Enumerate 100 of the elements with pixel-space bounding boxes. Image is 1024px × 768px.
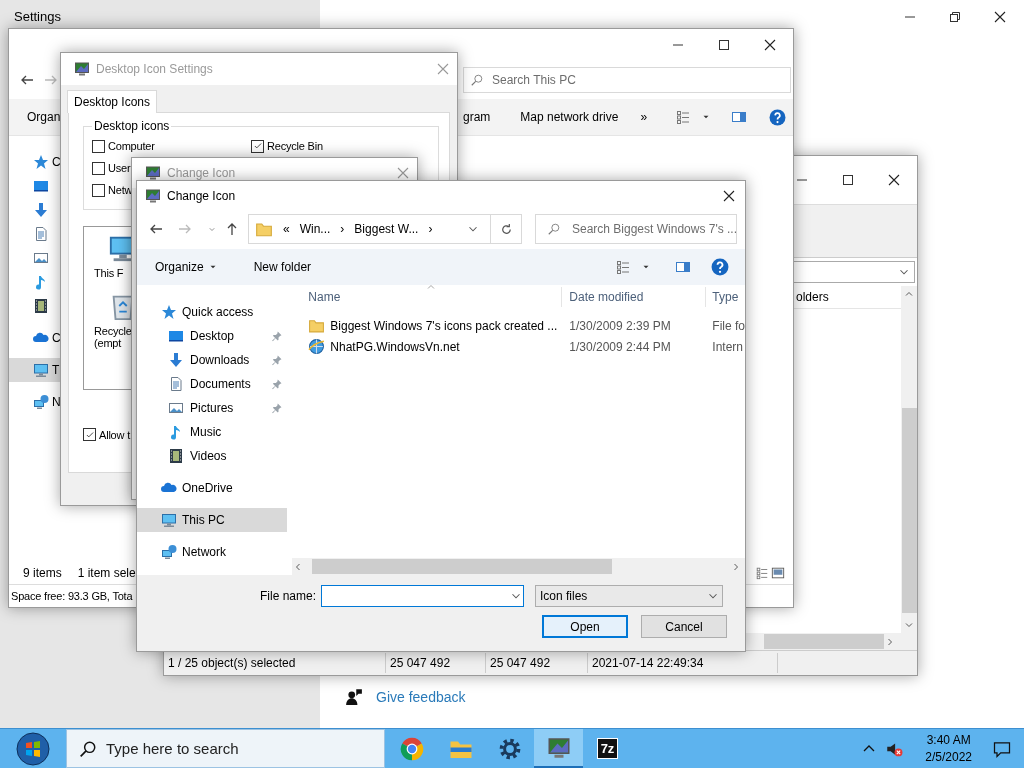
search-field[interactable]: Search Biggest Windows 7's ... bbox=[535, 214, 737, 244]
vertical-scrollbar[interactable] bbox=[901, 286, 917, 633]
search-icon bbox=[470, 73, 484, 87]
selection-count: 1 item sele bbox=[77, 566, 136, 580]
nav-item[interactable]: This PC bbox=[137, 508, 288, 532]
icon-caption: (empt bbox=[94, 337, 122, 349]
nav-item[interactable]: Pictures bbox=[137, 396, 288, 420]
nav-item[interactable]: Documents bbox=[137, 372, 288, 396]
nav-item[interactable]: Videos bbox=[137, 444, 288, 468]
checkbox-label: Computer bbox=[108, 140, 155, 152]
address-bar[interactable]: « Win... › Biggest W... › bbox=[248, 214, 522, 244]
status-text: 1 / 25 object(s) selected bbox=[168, 656, 296, 670]
screen-icon bbox=[145, 188, 161, 204]
close-icon[interactable] bbox=[721, 188, 737, 204]
checkbox-label: Allow t bbox=[99, 428, 130, 441]
nav-item[interactable]: Network bbox=[137, 540, 288, 564]
desktop-icon bbox=[33, 178, 49, 194]
maximize-icon[interactable] bbox=[840, 172, 856, 188]
folder-icon bbox=[308, 317, 326, 334]
file-name[interactable]: Biggest Windows 7's icons pack created ... bbox=[330, 318, 558, 333]
checkbox[interactable] bbox=[92, 183, 105, 197]
column-header[interactable]: olders bbox=[796, 290, 829, 304]
window-title: Change Icon bbox=[167, 166, 236, 180]
nav-item[interactable]: Quick access bbox=[137, 300, 288, 324]
status-text: 2021-07-14 22:49:34 bbox=[592, 656, 704, 670]
globe-icon bbox=[308, 338, 326, 355]
organize-menu[interactable]: Organize bbox=[155, 260, 218, 274]
preview-pane-icon[interactable] bbox=[731, 109, 748, 125]
close-icon[interactable] bbox=[992, 9, 1008, 25]
field-label: File name: bbox=[259, 589, 316, 603]
status-text: 25 047 492 bbox=[490, 656, 551, 670]
nav-item[interactable]: T bbox=[9, 358, 61, 382]
space-info: Space free: 93.3 GB, Tota bbox=[11, 590, 133, 602]
clock[interactable]: 3:40 AM 2/5/2022 bbox=[925, 731, 972, 766]
document-icon bbox=[168, 376, 184, 392]
desktop-icon bbox=[168, 328, 184, 344]
dialog-button[interactable]: Cancel bbox=[641, 615, 727, 638]
nav-item[interactable]: Downloads bbox=[137, 348, 288, 372]
checkbox[interactable] bbox=[83, 428, 96, 441]
toolbar-button[interactable]: Map network drive bbox=[520, 110, 619, 124]
monitor-icon bbox=[33, 362, 49, 378]
new-folder-button[interactable]: New folder bbox=[253, 260, 312, 274]
view-options-icon[interactable] bbox=[755, 566, 769, 580]
toolbar-button[interactable]: Organ bbox=[9, 110, 61, 124]
nav-item[interactable]: Desktop bbox=[137, 324, 288, 348]
breadcrumb-item[interactable]: › bbox=[428, 222, 433, 236]
folder-icon bbox=[255, 220, 273, 238]
picture-icon bbox=[168, 400, 184, 416]
type-cell-text: File fo bbox=[711, 318, 745, 333]
nav-item[interactable]: OneDrive bbox=[137, 476, 288, 500]
preview-pane-icon[interactable] bbox=[675, 259, 691, 275]
checkbox-label: User bbox=[108, 162, 131, 174]
breadcrumb-item[interactable]: « bbox=[283, 222, 290, 236]
column-header[interactable]: Name bbox=[292, 287, 563, 307]
browser-icon bbox=[399, 736, 424, 761]
breadcrumb-item[interactable]: › bbox=[340, 222, 345, 236]
large-icons-view-icon[interactable] bbox=[771, 566, 785, 580]
restore-icon[interactable] bbox=[947, 9, 963, 25]
breadcrumb-item[interactable]: Biggest W... bbox=[354, 222, 419, 236]
help-icon[interactable] bbox=[769, 108, 787, 126]
file-type-dropdown[interactable]: Icon files bbox=[535, 585, 723, 607]
dialog-button[interactable]: Open bbox=[542, 615, 628, 638]
taskbar-app-button[interactable] bbox=[534, 729, 583, 768]
horizontal-scrollbar[interactable] bbox=[292, 558, 745, 575]
tab[interactable]: Desktop Icons bbox=[67, 90, 158, 113]
file-name-field[interactable] bbox=[321, 585, 524, 607]
checkbox[interactable] bbox=[92, 139, 105, 153]
checkbox[interactable] bbox=[92, 161, 105, 175]
search-field[interactable]: Type here to search bbox=[66, 729, 385, 768]
film-icon bbox=[168, 448, 184, 464]
breadcrumb-item[interactable]: Win... bbox=[299, 222, 331, 236]
star-icon bbox=[161, 304, 177, 320]
down-arrow-icon bbox=[33, 202, 49, 218]
item-count: 9 items bbox=[23, 566, 62, 580]
toolbar-button[interactable]: » bbox=[640, 110, 648, 124]
column-header[interactable]: Date modified bbox=[562, 287, 707, 307]
maximize-icon[interactable] bbox=[716, 37, 732, 53]
help-icon[interactable] bbox=[711, 258, 729, 276]
feedback-link[interactable]: Give feedback bbox=[376, 689, 466, 705]
toolbar-button[interactable]: gram bbox=[463, 110, 491, 124]
view-options-icon[interactable] bbox=[615, 259, 631, 275]
start-orb-icon bbox=[16, 731, 50, 766]
picture-icon bbox=[33, 250, 49, 266]
monitor-icon bbox=[161, 512, 177, 528]
close-icon[interactable] bbox=[762, 37, 778, 53]
close-icon[interactable] bbox=[886, 172, 902, 188]
nav-item[interactable]: N bbox=[9, 390, 61, 414]
icon-caption: Recycle bbox=[94, 325, 132, 337]
nav-item[interactable]: C bbox=[9, 150, 61, 174]
file-name[interactable]: NhatPG.WindowsVn.net bbox=[330, 339, 460, 354]
nav-item[interactable]: C bbox=[9, 326, 61, 350]
view-options-icon[interactable] bbox=[675, 109, 692, 125]
taskbar-app-button[interactable]: 7z bbox=[583, 729, 632, 768]
screen-icon bbox=[546, 735, 571, 760]
checkbox-label: Recycle Bin bbox=[267, 140, 323, 152]
checkbox[interactable] bbox=[251, 139, 264, 153]
search-field[interactable]: Search This PC bbox=[463, 67, 791, 93]
column-header[interactable]: Type bbox=[706, 287, 739, 307]
nav-item[interactable]: Music bbox=[137, 420, 288, 444]
check-icon bbox=[252, 141, 263, 151]
